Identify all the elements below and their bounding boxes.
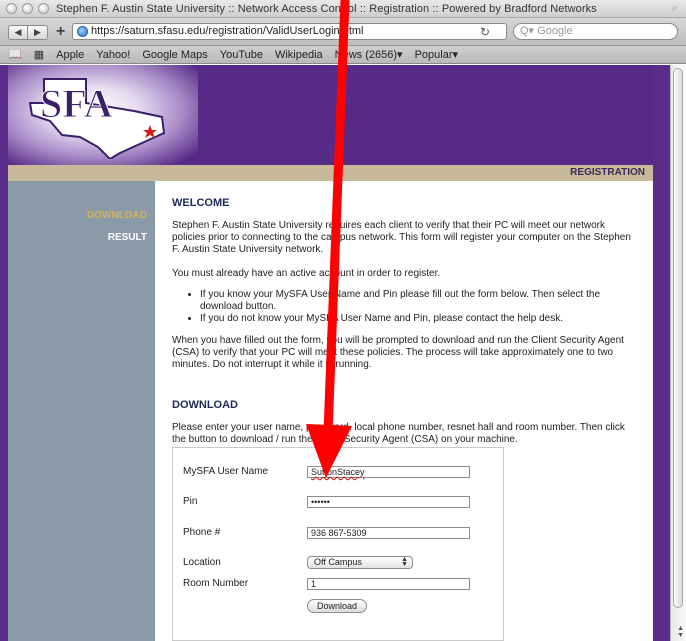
list-item: If you do not know your MySFA User Name … xyxy=(200,313,641,325)
download-heading: DOWNLOAD xyxy=(172,399,238,411)
nav-buttons: ◀ ▶ xyxy=(8,25,48,40)
page-viewport: SFA REGISTRATION DOWNLOAD RESULT WELCOME… xyxy=(0,65,686,641)
select-arrows-icon: ▲ ▼ xyxy=(401,556,408,568)
location-value: Off Campus xyxy=(314,557,362,567)
bookmark-item[interactable]: Wikipedia xyxy=(275,49,323,61)
bookmark-item[interactable]: Popular▾ xyxy=(415,48,458,61)
room-input[interactable]: 1 xyxy=(307,578,470,590)
bookmark-item[interactable]: Yahoo! xyxy=(96,49,130,61)
sfa-texas-logo: SFA xyxy=(28,78,166,159)
zoom-window-button[interactable] xyxy=(38,3,49,14)
main-content: WELCOME Stephen F. Austin State Universi… xyxy=(155,181,653,641)
sidebar-item-result[interactable]: RESULT xyxy=(108,232,147,243)
book-icon[interactable]: 📖 xyxy=(8,48,22,61)
bookmark-item[interactable]: YouTube xyxy=(220,49,263,61)
username-value: SuttonStacey xyxy=(311,467,365,477)
bookmark-item[interactable]: News (2656)▾ xyxy=(335,48,403,61)
search-field[interactable]: Q▾ Google xyxy=(513,23,678,40)
welcome-heading: WELCOME xyxy=(172,197,230,209)
url-text: https://saturn.sfasu.edu/registration/Va… xyxy=(91,25,364,37)
sidebar-item-download[interactable]: DOWNLOAD xyxy=(87,210,147,221)
phone-input[interactable]: 936 867-5309 xyxy=(307,527,470,539)
vertical-scrollbar[interactable]: ▲ ▼ xyxy=(670,65,686,641)
welcome-list: If you know your MySFA User Name and Pin… xyxy=(200,289,641,325)
welcome-paragraph-1: Stephen F. Austin State University requi… xyxy=(172,220,631,255)
phone-label: Phone # xyxy=(183,527,221,538)
location-select[interactable]: Off Campus ▲ ▼ xyxy=(307,556,413,569)
welcome-paragraph-3: When you have filled out the form, you w… xyxy=(172,335,624,370)
forward-button[interactable]: ▶ xyxy=(28,25,48,40)
section-bar: REGISTRATION xyxy=(8,165,653,181)
bookmark-item[interactable]: Apple xyxy=(56,49,84,61)
username-label: MySFA User Name xyxy=(183,466,269,477)
logo-text: SFA xyxy=(40,81,113,126)
location-label: Location xyxy=(183,557,221,568)
back-button[interactable]: ◀ xyxy=(8,25,28,40)
room-label: Room Number xyxy=(183,578,249,589)
scroll-arrows-icon[interactable]: ▲ ▼ xyxy=(677,625,684,639)
download-paragraph: Please enter your user name, password, l… xyxy=(172,422,625,445)
bookmarks-bar: 📖 ▦ Apple Yahoo! Google Maps YouTube Wik… xyxy=(0,46,686,64)
site-globe-icon xyxy=(77,26,88,37)
minimize-window-button[interactable] xyxy=(22,3,33,14)
site-banner: SFA xyxy=(8,65,653,165)
welcome-paragraph-2: You must already have an active account … xyxy=(172,268,441,279)
sidebar: DOWNLOAD RESULT xyxy=(8,181,155,641)
pin-label: Pin xyxy=(183,496,198,507)
username-input[interactable]: SuttonStacey xyxy=(307,466,470,478)
search-icon: Q▾ xyxy=(520,25,535,37)
scroll-thumb[interactable] xyxy=(673,68,683,608)
pin-input[interactable]: •••••• xyxy=(307,496,470,508)
window-resize-icon: ⌕ xyxy=(671,2,678,14)
window-controls xyxy=(6,3,49,14)
window-title: Stephen F. Austin State University :: Ne… xyxy=(56,3,597,15)
grid-icon[interactable]: ▦ xyxy=(34,48,44,61)
bookmark-item[interactable]: Google Maps xyxy=(142,49,207,61)
reload-icon[interactable]: ↻ xyxy=(480,25,490,39)
site-frame: SFA REGISTRATION DOWNLOAD RESULT WELCOME… xyxy=(8,65,653,641)
download-button[interactable]: Download xyxy=(307,599,367,613)
list-item: If you know your MySFA User Name and Pin… xyxy=(200,289,641,313)
registration-form: MySFA User Name SuttonStacey Pin •••••• … xyxy=(172,447,504,641)
window-titlebar: Stephen F. Austin State University :: Ne… xyxy=(0,0,686,18)
close-window-button[interactable] xyxy=(6,3,17,14)
browser-toolbar: ◀ ▶ + https://saturn.sfasu.edu/registrat… xyxy=(0,18,686,46)
search-placeholder: Google xyxy=(537,25,573,37)
add-bookmark-button[interactable]: + xyxy=(56,24,65,40)
address-bar[interactable]: https://saturn.sfasu.edu/registration/Va… xyxy=(72,23,507,40)
